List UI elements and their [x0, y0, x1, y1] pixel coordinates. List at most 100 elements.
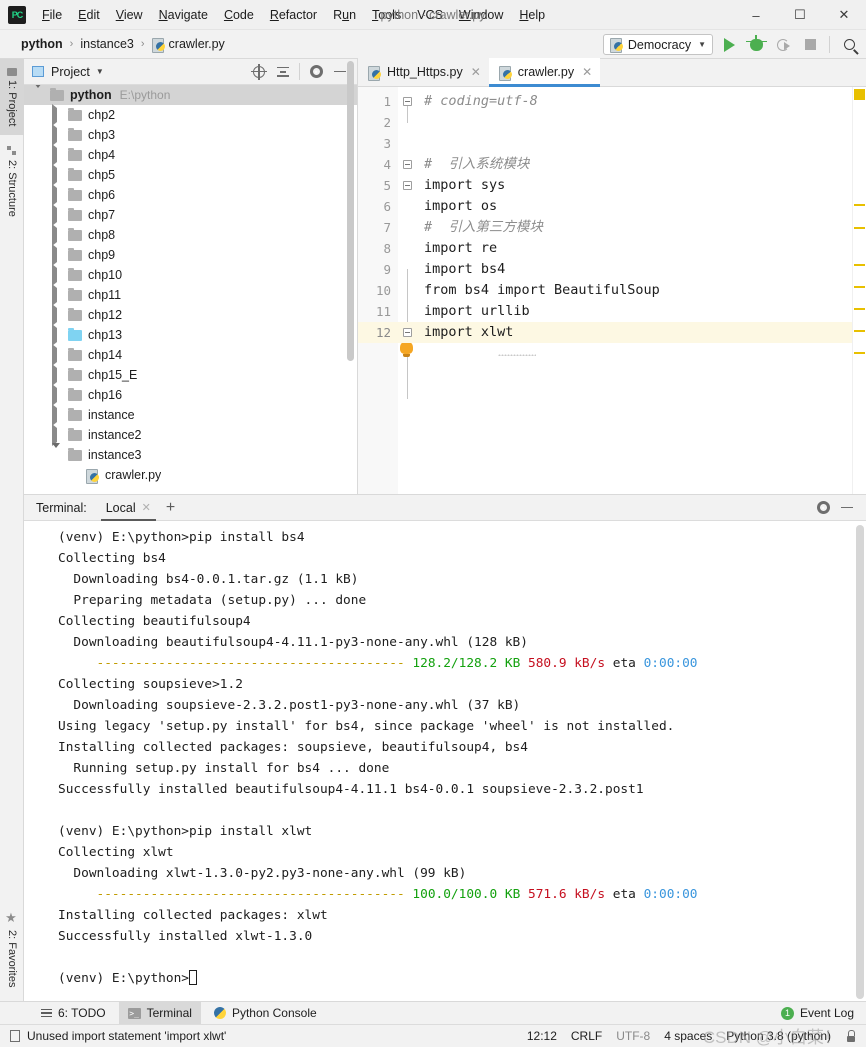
interpreter-setting[interactable]: Python 3.8 (python)	[726, 1029, 831, 1043]
fold-marker[interactable]	[398, 154, 416, 175]
tree-node-chp9[interactable]: chp9	[24, 244, 357, 266]
marker-warning[interactable]	[854, 227, 865, 229]
tree-node-chp15_E[interactable]: chp15_E	[24, 364, 357, 386]
collapse-fold-icon[interactable]	[402, 328, 412, 337]
menu-bar[interactable]: File Edit View Navigate Code Refactor Ru…	[34, 4, 553, 26]
breadcrumb-project[interactable]: python	[18, 35, 66, 53]
expand-arrow-icon[interactable]	[52, 304, 68, 326]
fold-marker[interactable]	[398, 175, 416, 196]
expand-arrow-icon[interactable]	[52, 184, 68, 206]
tree-node-chp6[interactable]: chp6	[24, 184, 357, 206]
editor-tab-crawler-py[interactable]: crawler.py ✕	[488, 58, 601, 87]
editor-code-lines[interactable]: # coding=utf-8 # 引入系统模块 import sys import o…	[416, 87, 866, 494]
menu-refactor[interactable]: Refactor	[262, 4, 325, 26]
tree-node-instance[interactable]: instance	[24, 404, 357, 426]
tree-node-instance3[interactable]: instance3	[24, 443, 357, 465]
tree-node-chp16[interactable]: chp16	[24, 384, 357, 406]
tree-node-chp7[interactable]: chp7	[24, 204, 357, 226]
code-line[interactable]: import xlwt	[416, 322, 866, 343]
code-line[interactable]: from bs4 import BeautifulSoup	[416, 280, 866, 301]
editor-marker-bar[interactable]	[852, 87, 866, 494]
project-tree-scrollbar[interactable]	[347, 61, 354, 361]
expand-arrow-icon[interactable]	[52, 384, 68, 406]
menu-tools[interactable]: Tools	[364, 4, 409, 26]
expand-arrow-icon[interactable]	[52, 404, 68, 426]
code-line[interactable]: import urllib	[416, 301, 866, 322]
editor-tab-Http_Https-py[interactable]: Http_Https.py ✕	[358, 58, 489, 86]
expand-arrow-icon[interactable]	[52, 124, 68, 146]
expand-arrow-icon[interactable]	[52, 284, 68, 306]
breadcrumb-file[interactable]: crawler.py	[149, 35, 228, 53]
code-line[interactable]	[416, 112, 866, 133]
collapse-arrow-icon[interactable]	[34, 85, 50, 102]
new-terminal-button[interactable]: +	[158, 499, 183, 516]
expand-arrow-icon[interactable]	[52, 104, 68, 126]
run-button[interactable]	[718, 34, 740, 56]
expand-arrow-icon[interactable]	[52, 344, 68, 366]
code-line[interactable]: import re	[416, 238, 866, 259]
fold-marker[interactable]	[398, 91, 416, 112]
close-icon[interactable]: ✕	[142, 501, 151, 514]
tree-node-chp5[interactable]: chp5	[24, 164, 357, 186]
close-icon[interactable]: ✕	[471, 65, 481, 79]
code-line[interactable]: # 引入系统模块	[416, 154, 866, 175]
tree-node-chp13[interactable]: chp13	[24, 324, 357, 346]
search-everywhere-button[interactable]	[838, 34, 860, 56]
marker-warning[interactable]	[854, 352, 865, 354]
tree-node-chp11[interactable]: chp11	[24, 284, 357, 306]
tree-node-chp8[interactable]: chp8	[24, 224, 357, 246]
menu-file[interactable]: File	[34, 4, 70, 26]
close-icon[interactable]: ✕	[582, 65, 592, 79]
expand-arrow-icon[interactable]	[52, 144, 68, 166]
tool-tab-terminal[interactable]: >_ Terminal	[118, 1001, 201, 1025]
tool-tab-python-console[interactable]: Python Console	[205, 1002, 326, 1025]
marker-warning[interactable]	[854, 308, 865, 310]
code-line[interactable]	[416, 133, 866, 154]
sidebar-item-project[interactable]: 1: Project	[0, 59, 24, 135]
code-editor[interactable]: 1 2 3 4 5 6 7 8 9 10 11 12 # coding=utf-8 # 引入系统模块 im…	[358, 87, 866, 494]
terminal-hide-button[interactable]	[836, 497, 858, 519]
maximize-button[interactable]: ☐	[778, 0, 822, 30]
collapse-all-button[interactable]	[272, 61, 294, 83]
expand-arrow-icon[interactable]	[52, 224, 68, 246]
menu-run[interactable]: Run	[325, 4, 364, 26]
stop-button[interactable]	[799, 34, 821, 56]
project-tree[interactable]: python E:\python chp2 chp3 chp4 chp5 chp6 chp7 c…	[24, 85, 357, 494]
code-line[interactable]: # coding=utf-8	[416, 91, 866, 112]
marker-warning[interactable]	[854, 286, 865, 288]
terminal-scrollbar[interactable]	[856, 525, 864, 999]
tree-node-chp4[interactable]: chp4	[24, 144, 357, 166]
expand-arrow-icon[interactable]	[52, 244, 68, 266]
tree-node-crawler-py[interactable]: crawler.py	[24, 465, 357, 485]
tree-node-chp10[interactable]: chp10	[24, 264, 357, 286]
editor-fold-gutter[interactable]	[398, 87, 416, 494]
menu-code[interactable]: Code	[216, 4, 262, 26]
expand-arrow-icon[interactable]	[52, 204, 68, 226]
minimize-button[interactable]: –	[734, 0, 778, 30]
marker-warning[interactable]	[854, 264, 865, 266]
file-encoding[interactable]: UTF-8	[616, 1029, 650, 1043]
sidebar-item-structure[interactable]: 2: Structure	[0, 135, 24, 227]
menu-edit[interactable]: Edit	[70, 4, 108, 26]
tool-tab-todo[interactable]: 6: TODO	[32, 1002, 115, 1025]
project-settings-button[interactable]	[305, 61, 327, 83]
marker-warning[interactable]	[854, 204, 865, 206]
tree-node-instance2[interactable]: instance2	[24, 424, 357, 446]
event-log-button[interactable]: 1 Event Log	[780, 1006, 866, 1020]
tree-node-chp3[interactable]: chp3	[24, 124, 357, 146]
run-configuration-selector[interactable]: Democracy ▼	[602, 34, 713, 55]
menu-navigate[interactable]: Navigate	[151, 4, 216, 26]
marker-warning[interactable]	[854, 330, 865, 332]
expand-arrow-icon[interactable]	[52, 264, 68, 286]
terminal-tab-local[interactable]: Local ✕	[99, 495, 158, 521]
close-button[interactable]: ✕	[822, 0, 866, 30]
sidebar-item-favorites[interactable]: ★ 2: Favorites	[0, 901, 24, 997]
menu-window[interactable]: Window	[451, 4, 511, 26]
tree-node-chp12[interactable]: chp12	[24, 304, 357, 326]
fold-marker[interactable]	[398, 322, 416, 343]
code-line[interactable]: import sys	[416, 175, 866, 196]
line-separator[interactable]: CRLF	[571, 1029, 602, 1043]
collapse-fold-icon[interactable]	[402, 181, 412, 190]
expand-arrow-icon[interactable]	[52, 364, 68, 386]
terminal-output[interactable]: (venv) E:\python>pip install bs4 Collecti…	[24, 521, 866, 1001]
